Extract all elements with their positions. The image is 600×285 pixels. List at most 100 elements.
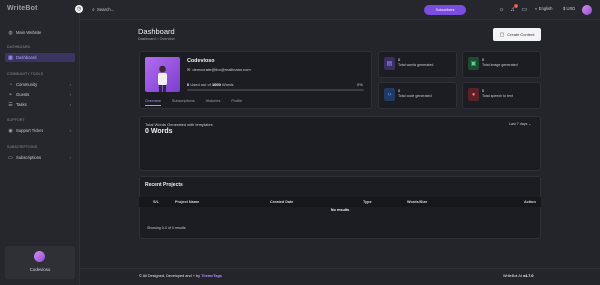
words-used: 0 (187, 82, 190, 87)
sidebar-user-card[interactable]: Codevioso (5, 246, 75, 279)
profile-tabs: Overview Subscriptions Histories Profile (145, 99, 253, 106)
words-suffix: Words (221, 82, 234, 87)
stat-card-words: ▤ 0 Total words generated (378, 51, 457, 78)
subscribers-button[interactable]: Subscribers (424, 5, 466, 15)
tab-subscriptions[interactable]: Subscriptions (172, 99, 195, 106)
footer-prefix: © All Designed, Developed and (139, 274, 192, 278)
pagination-info: Showing 0-0 of 0 results (147, 226, 186, 230)
avatar[interactable] (582, 5, 592, 15)
column-header: Project Name (175, 200, 200, 204)
stat-card-speech: ● 0 Total speech to text (462, 82, 541, 109)
search-input[interactable]: ⌕ Search... (92, 5, 172, 14)
stat-value: 0 (482, 88, 485, 93)
chevron-right-icon: › (69, 155, 71, 160)
footer-version-number: v4.7.0 (522, 274, 534, 278)
stat-card-code: ‹› 0 Total code generated (378, 82, 457, 109)
footer: © All Designed, Developed and ♥ by Theme… (80, 268, 600, 285)
heart-icon: ♥ (192, 274, 195, 278)
sun-icon[interactable]: ☼ (498, 6, 505, 13)
sidebar-item-support-ticket[interactable]: ◉ Support Ticket › (5, 126, 75, 135)
globe-icon: ◍ (8, 29, 13, 36)
clock-icon[interactable]: ◷ (75, 5, 83, 13)
stat-label: Total words generated (398, 63, 434, 67)
document-icon: ▢ (499, 31, 505, 38)
tab-profile[interactable]: Profile (231, 99, 242, 106)
date-range-dropdown[interactable]: Last 7 days ⌄ (509, 122, 531, 126)
monitor-icon[interactable]: ▭ (521, 6, 528, 13)
words-percent: 0% (357, 82, 363, 87)
stat-value: 0 (398, 88, 401, 93)
breadcrumb: Dashboard > Overview (138, 37, 175, 41)
column-header: Type (363, 200, 372, 204)
file-text-icon: ▤ (384, 57, 395, 70)
sidebar-item-main-website[interactable]: ◍ Main Website (5, 28, 75, 37)
mail-icon: ✉ (187, 67, 191, 72)
sidebar-item-guests[interactable]: ◓ Guests › (5, 90, 75, 99)
create-content-label: Create Content (507, 32, 535, 37)
avatar (34, 251, 45, 262)
sidebar-user-name: Codevioso (29, 267, 51, 272)
footer-brand-link[interactable]: ThemeTags (201, 274, 222, 278)
chevron-right-icon: › (69, 82, 71, 87)
user-icon: ◓ (8, 91, 13, 98)
stat-value: 0 (398, 57, 401, 62)
sidebar-item-label: Support Ticket (16, 128, 43, 133)
sidebar-item-label: Subscriptions (16, 155, 42, 160)
sidebar-section-dashboard: DASHBOARD (7, 45, 31, 49)
profile-image (145, 57, 180, 92)
language-label: English (538, 6, 553, 11)
sidebar-item-subscriptions[interactable]: ▭ Subscriptions › (5, 153, 75, 162)
empty-state: No results (330, 208, 350, 212)
chevron-right-icon: › (69, 92, 71, 97)
footer-credits: © All Designed, Developed and ♥ by Theme… (139, 274, 222, 278)
currency-selector[interactable]: $ USD (563, 6, 575, 11)
page-title: Dashboard (138, 27, 175, 36)
notification-badge: 1 (514, 4, 518, 8)
users-icon: ◔ (8, 81, 13, 88)
stat-label: Total code generated (398, 94, 432, 98)
footer-by: by (196, 274, 201, 278)
sidebar-item-label: Main Website (16, 30, 42, 35)
profile-email-text: democrate@tbo@mailinator.com (192, 67, 251, 72)
sidebar: WriteBot ◍ Main Website DASHBOARD ▦ Dash… (0, 0, 80, 285)
stat-label: Total image generated (482, 63, 518, 67)
footer-app-name: WriteBot AI (503, 274, 522, 278)
column-header: Created Date (270, 200, 294, 204)
date-range-label: Last 7 days (509, 122, 528, 126)
sidebar-item-label: Tasks (16, 102, 27, 107)
column-header: Action (524, 200, 536, 204)
sidebar-item-community[interactable]: ◔ Community › (5, 80, 75, 89)
words-progress-bar (187, 89, 364, 91)
sidebar-section-subscriptions: SUBSCRIPTIONS (7, 145, 38, 149)
recent-projects-title: Recent Projects (145, 182, 183, 188)
template-words-title: Total Words Generated with templates (145, 122, 213, 127)
chevron-right-icon: › (69, 102, 71, 107)
sidebar-item-tasks[interactable]: ☰ Tasks › (5, 100, 75, 109)
chevron-down-icon: ⌄ (528, 122, 532, 126)
footer-version: WriteBot AI v4.7.0 (503, 274, 534, 278)
app-logo[interactable]: WriteBot (7, 5, 38, 12)
column-header: Words/Size (407, 200, 428, 204)
sidebar-item-label: Dashboard (16, 55, 37, 60)
tab-histories[interactable]: Histories (206, 99, 221, 106)
tab-overview[interactable]: Overview (145, 99, 161, 106)
stat-card-image: ▣ 0 Total image generated (462, 51, 541, 78)
table-header: S/L Project Name Created Date Type Words… (139, 197, 541, 207)
words-prefix: Used out of (190, 82, 211, 87)
profile-email: ✉ democrate@tbo@mailinator.com (187, 67, 251, 72)
code-icon: ‹› (384, 88, 395, 101)
microphone-icon: ● (468, 88, 479, 101)
chevron-right-icon: › (69, 128, 71, 133)
sidebar-section-support: SUPPORT (7, 118, 25, 122)
words-usage: 0 Used out of 1000 Words (187, 82, 233, 87)
sidebar-item-dashboard[interactable]: ▦ Dashboard (5, 53, 75, 62)
checklist-icon: ☰ (8, 101, 13, 108)
stat-label: Total speech to text (482, 94, 513, 98)
person-illustration (158, 65, 167, 92)
column-header: S/L (153, 200, 159, 204)
words-total: 1000 (211, 82, 221, 87)
profile-name: Codevioso (187, 58, 215, 64)
create-content-button[interactable]: ▢ Create Content (493, 28, 541, 41)
language-selector[interactable]: ◐ English (535, 6, 552, 11)
search-icon: ⌕ (92, 6, 95, 13)
